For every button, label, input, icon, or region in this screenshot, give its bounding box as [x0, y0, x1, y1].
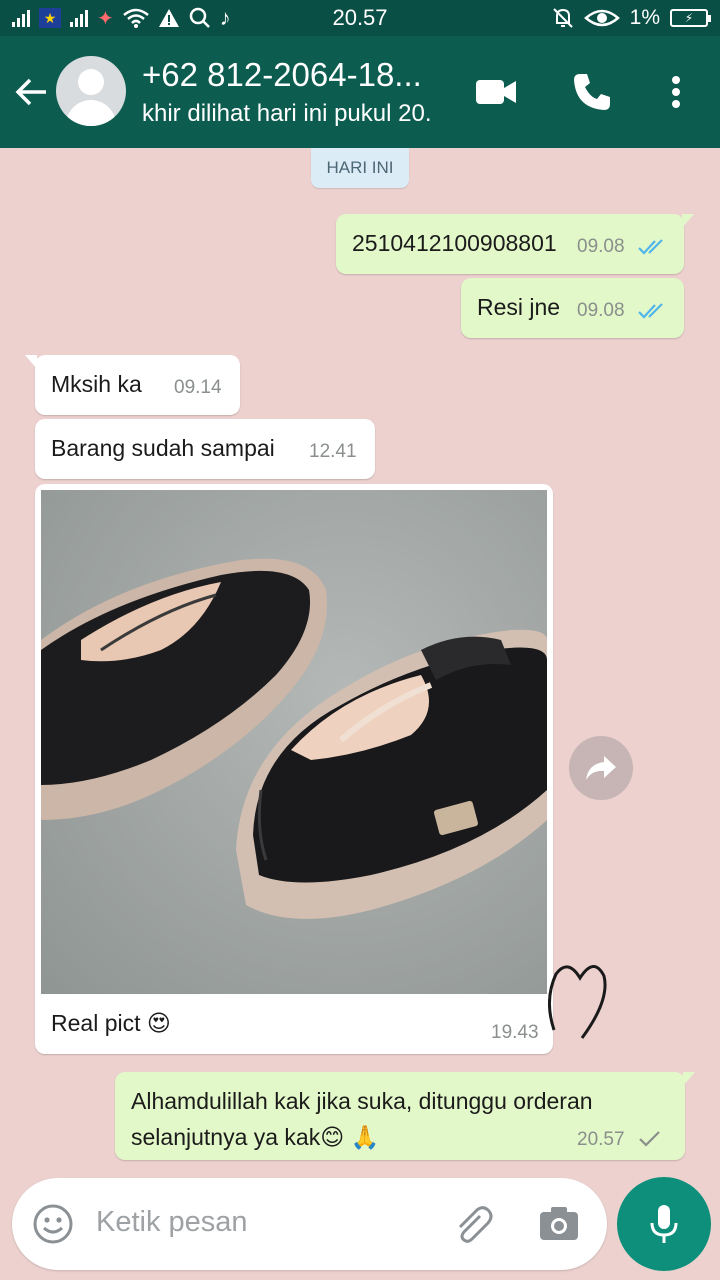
avatar[interactable] [56, 56, 126, 126]
message-text: Resi jne [477, 294, 561, 320]
app-notification-icon: ★ [39, 8, 61, 28]
message-input[interactable]: Ketik pesan [96, 1206, 248, 1239]
sent-tick-icon [639, 1131, 660, 1147]
shoe-image [41, 490, 547, 994]
mic-button[interactable] [617, 1177, 711, 1271]
chat-header: +62 812-2064-18... khir dilihat hari ini… [0, 36, 720, 148]
notification-icon: ✦ [97, 7, 114, 30]
tiktok-icon: ♪ [219, 5, 231, 30]
message-time: 09.08 [577, 300, 625, 321]
message-text: 2510412100908801 [352, 230, 557, 256]
back-arrow-icon[interactable] [12, 72, 52, 112]
message-time: 12.41 [309, 441, 357, 462]
more-options-icon[interactable] [662, 70, 690, 114]
warning-icon [158, 9, 179, 27]
message-incoming[interactable]: Barang sudah sampai 12.41 [35, 419, 375, 479]
heart-doodle-icon [548, 965, 607, 1039]
status-icons-left: ★ ✦ ♪ [12, 5, 231, 31]
contact-last-seen[interactable]: khir dilihat hari ini pukul 20. [142, 100, 452, 128]
message-text-line1: Alhamdulillah kak jika suka, ditunggu or… [131, 1088, 593, 1114]
forward-icon [586, 756, 616, 780]
camera-icon[interactable] [538, 1204, 580, 1242]
message-time: 20.57 [577, 1129, 625, 1150]
message-time: 19.43 [491, 1022, 539, 1043]
wifi-icon [122, 8, 149, 28]
read-double-tick-icon [638, 303, 663, 319]
status-icons-right: 1% ⚡ [552, 6, 711, 30]
date-chip: HARI INI [311, 148, 409, 188]
read-double-tick-icon [638, 239, 663, 255]
mic-icon [650, 1205, 678, 1243]
message-outgoing[interactable]: Resi jne 09.08 [461, 278, 684, 338]
message-text-line2: selanjutnya ya kak😊 🙏 [131, 1124, 380, 1150]
shoe-photo[interactable] [41, 490, 547, 994]
message-time: 09.14 [174, 377, 222, 398]
attach-icon[interactable] [450, 1202, 494, 1246]
message-outgoing[interactable]: Alhamdulillah kak jika suka, ditunggu or… [115, 1072, 695, 1160]
message-time: 09.08 [577, 236, 625, 257]
status-bar: ★ ✦ ♪ 20.57 1% ⚡ [0, 0, 720, 36]
eye-icon [583, 9, 620, 27]
message-text: Mksih ka [51, 371, 142, 397]
message-text: Barang sudah sampai [51, 435, 275, 461]
video-call-icon[interactable] [474, 70, 518, 114]
image-caption: Real pict 😍 [51, 1010, 171, 1036]
voice-call-icon[interactable] [570, 70, 614, 114]
message-incoming-image[interactable]: Real pict 😍 19.43 [35, 484, 553, 1054]
contact-name[interactable]: +62 812-2064-18... [142, 56, 442, 94]
search-icon [189, 7, 210, 28]
emoji-icon[interactable] [32, 1203, 74, 1245]
signal-2-icon [70, 9, 88, 27]
message-incoming[interactable]: Mksih ka 09.14 [25, 355, 240, 415]
battery-charging-icon: ⚡ [670, 9, 711, 27]
battery-percent: 1% [629, 6, 660, 29]
signal-1-icon [12, 9, 30, 27]
forward-button[interactable] [569, 736, 633, 800]
message-outgoing[interactable]: 2510412100908801 09.08 [336, 214, 694, 274]
message-input-bar[interactable]: Ketik pesan [12, 1178, 607, 1270]
mute-bell-icon [552, 8, 573, 28]
chat-area[interactable]: HARI INI 2510412100908801 09.08 Resi jne… [0, 148, 720, 1178]
